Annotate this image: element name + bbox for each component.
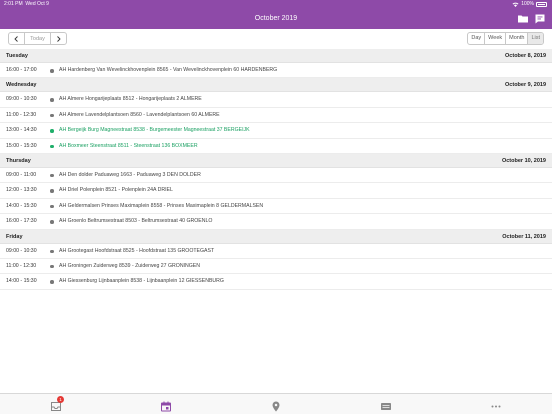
event-status-dot	[50, 264, 54, 269]
view-switcher: Day Week Month List	[467, 32, 544, 45]
tab-location[interactable]	[270, 399, 282, 412]
event-row[interactable]: 15:00 - 15:30 AH Boxmeer Steenstraat 8511…	[0, 138, 552, 154]
day-header: Thursday October 10, 2019	[0, 153, 552, 168]
event-row[interactable]: 09:00 - 10:30 AH Grootegast Hoofdstraat 8…	[0, 243, 552, 259]
battery-icon	[536, 2, 547, 7]
day-name: Thursday	[6, 157, 31, 164]
day-name: Wednesday	[6, 82, 37, 89]
day-date: October 11, 2019	[502, 233, 546, 240]
nav-bar: October 2019	[0, 9, 552, 29]
chevron-left-icon	[14, 35, 18, 42]
tab-more[interactable]	[490, 399, 502, 410]
event-time: 16:00 - 17:00	[6, 67, 37, 73]
day-name: Tuesday	[6, 53, 28, 59]
card-icon	[381, 403, 391, 410]
event-description: AH Geldermalsen Prinses Maximaplein 8558…	[59, 202, 264, 209]
event-status-dot	[50, 220, 54, 224]
chevron-right-icon	[57, 35, 61, 42]
status-bar: 2:01 PM Wed Oct 9 100%	[0, 0, 552, 9]
event-row[interactable]: 16:00 - 17:30 AH Groenlo Beltrumsestraat …	[0, 214, 552, 230]
day-date: October 9, 2019	[505, 82, 546, 89]
event-time: 13:00 - 14:30	[6, 127, 37, 134]
event-description: AH Hardenberg Van Wevelinckhovenplein 85…	[59, 67, 278, 73]
event-time: 12:00 - 13:30	[6, 187, 37, 194]
tab-calendar[interactable]	[160, 399, 172, 412]
event-description: AH Grootegast Hoofdstraat 8525 - Hoofdst…	[59, 247, 215, 254]
tab-inbox[interactable]: 1	[50, 396, 64, 411]
event-list: Tuesday October 8, 2019 16:00 - 17:00 AH Ha…	[0, 49, 552, 290]
message-icon[interactable]	[534, 13, 546, 25]
event-time: 16:00 - 17:30	[6, 218, 37, 225]
event-row[interactable]: 14:00 - 15:30 AH Giessenburg Lijnbaanplei…	[0, 274, 552, 290]
event-time: 09:00 - 10:30	[6, 96, 37, 103]
view-week-button[interactable]: Week	[484, 33, 505, 44]
view-day-button[interactable]: Day	[468, 33, 484, 44]
folder-icon[interactable]	[517, 13, 529, 25]
event-row[interactable]: 16:00 - 17:00 AH Hardenberg Van Wevelinck…	[0, 63, 552, 79]
day-date: October 8, 2019	[505, 53, 546, 59]
inbox-badge: 1	[57, 396, 64, 403]
event-status-dot	[50, 144, 54, 149]
event-row[interactable]: 12:00 - 13:30 AH Driel Polenplein 8521 - …	[0, 183, 552, 199]
event-status-dot	[50, 113, 54, 118]
event-row[interactable]: 11:00 - 12:30 AH Almere Lavendelplantsoen…	[0, 107, 552, 124]
event-status-dot	[50, 69, 54, 73]
event-description: AH Den dolder Paduaweg 1663 - Paduaweg 3…	[59, 171, 201, 178]
today-button[interactable]: Today	[24, 33, 51, 44]
wifi-icon	[512, 2, 519, 7]
day-header: Wednesday October 9, 2019	[0, 78, 552, 93]
event-status-dot	[50, 204, 54, 209]
tab-bar: 1	[0, 393, 552, 414]
event-row[interactable]: 13:00 - 14:30 AH Bergeijk Burg Magneestra…	[0, 123, 552, 139]
day-header: Tuesday October 8, 2019	[0, 49, 552, 63]
event-row[interactable]: 14:00 - 15:30 AH Geldermalsen Prinses Max…	[0, 198, 552, 215]
event-status-dot	[50, 249, 54, 254]
previous-button[interactable]	[9, 33, 24, 44]
event-time: 11:00 - 12:30	[6, 262, 37, 269]
event-time: 14:00 - 15:30	[6, 202, 37, 209]
event-time: 09:00 - 11:00	[6, 171, 37, 178]
status-time-date: 2:01 PM Wed Oct 9	[4, 1, 49, 7]
event-status-dot	[50, 280, 54, 284]
next-button[interactable]	[51, 33, 66, 44]
view-list-button[interactable]: List	[527, 33, 543, 44]
event-description: AH Almere Lavendelplantsoen 8560 - Laven…	[59, 111, 220, 118]
event-description: AH Bergeijk Burg Magneestraat 8538 - Bur…	[59, 127, 250, 134]
day-header: Friday October 11, 2019	[0, 229, 552, 244]
event-description: AH Giessenburg Lijnbaanplein 8538 - Lijn…	[59, 278, 224, 285]
status-right: 100%	[512, 0, 547, 9]
event-description: AH Boxmeer Steenstraat 8511 - Steenstraa…	[59, 142, 198, 149]
event-row[interactable]: 09:00 - 10:30 AH Almere Hongarijeplaats 8…	[0, 92, 552, 108]
event-row[interactable]: 09:00 - 11:00 AH Den dolder Paduaweg 1663…	[0, 167, 552, 184]
event-status-dot	[50, 173, 54, 178]
day-name: Friday	[6, 233, 23, 240]
location-pin-icon	[272, 401, 280, 412]
event-time: 11:00 - 12:30	[6, 111, 37, 118]
calendar-toolbar: Today Day Week Month List	[0, 29, 552, 49]
event-status-dot	[50, 129, 54, 133]
event-row[interactable]: 11:00 - 12:30 AH Groningen Zuiderweg 8539…	[0, 258, 552, 275]
calendar-icon	[161, 401, 171, 412]
more-icon	[491, 405, 501, 408]
day-date: October 10, 2019	[501, 157, 546, 164]
event-status-dot	[50, 98, 54, 102]
event-time: 09:00 - 10:30	[6, 247, 37, 254]
event-status-dot	[50, 189, 54, 193]
event-description: AH Groenlo Beltrumsestraat 8503 - Beltru…	[59, 218, 213, 225]
event-time: 15:00 - 15:30	[6, 142, 37, 149]
page-title: October 2019	[254, 15, 298, 22]
battery-percent: 100%	[521, 1, 534, 7]
date-navigator: Today	[8, 32, 67, 45]
event-description: AH Groningen Zuiderweg 8539 - Zuiderweg …	[59, 262, 200, 269]
event-description: AH Almere Hongarijeplaats 8512 - Hongari…	[59, 96, 202, 103]
tab-card[interactable]	[380, 399, 392, 410]
view-month-button[interactable]: Month	[505, 33, 527, 44]
event-time: 14:00 - 15:30	[6, 278, 37, 285]
event-description: AH Driel Polenplein 8521 - Polenplein 24…	[59, 187, 173, 194]
